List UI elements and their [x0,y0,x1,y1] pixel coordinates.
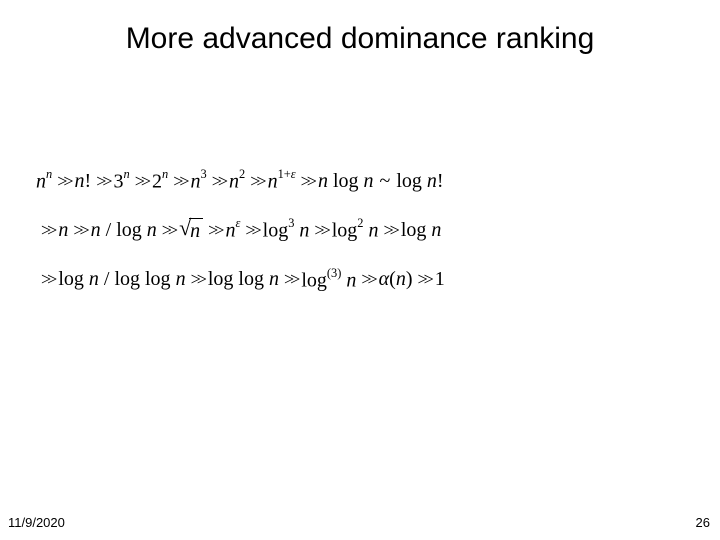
footer-date: 11/9/2020 [8,515,65,530]
footer-page-number: 26 [696,515,710,530]
formula-line-3: log n / log log n log log n log(3) n α(n… [36,269,684,291]
formula-line-1: nn n! 3n 2n n3 n2 n1+ε n log n ~ log n! [36,170,684,192]
slide-title: More advanced dominance ranking [0,0,720,56]
dominance-ranking-formula: nn n! 3n 2n n3 n2 n1+ε n log n ~ log n! … [36,170,684,316]
formula-line-2: n n / log n √n nε log3 n log2 n log n [36,218,684,243]
